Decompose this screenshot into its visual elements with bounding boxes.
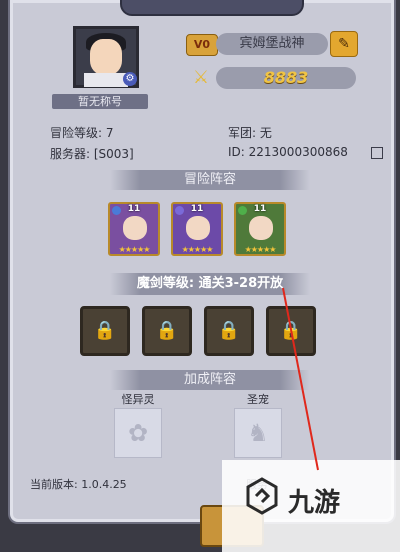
edit-name-button[interactable]: ✎	[330, 31, 358, 57]
hero-level: 11	[253, 204, 267, 214]
player-id: ID: 2213000300868	[228, 145, 348, 159]
combat-power: 8883	[216, 67, 356, 89]
hero-card[interactable]: 11 ★★★★★	[108, 202, 160, 256]
pet-icon: ♞	[247, 419, 269, 447]
profile-panel: ⚙ 暂无称号 V0 宾姆堡战神 ✎ ⚔ 8883 冒险等级: 7 军团: 无 服…	[8, 0, 396, 524]
support-slot-left[interactable]: ✿	[114, 408, 162, 458]
spirit-icon: ✿	[127, 419, 149, 447]
copy-icon[interactable]	[371, 147, 383, 159]
lock-icon: 🔒	[93, 320, 117, 341]
lock-icon: 🔒	[155, 320, 179, 341]
star-rating: ★★★★★	[181, 245, 214, 254]
legion-info: 军团: 无	[228, 126, 272, 140]
avatar-settings-icon[interactable]: ⚙	[123, 72, 137, 86]
magic-sword-level: 魔剑等级: 通关3-28开放	[110, 273, 310, 295]
watermark-text: 九游	[288, 488, 341, 518]
player-name: 宾姆堡战神	[216, 33, 328, 55]
panel-title-tab	[120, 0, 304, 16]
star-rating: ★★★★★	[118, 245, 151, 254]
hero-portrait	[249, 216, 273, 240]
version-text: 当前版本: 1.0.4.25	[30, 478, 127, 491]
hero-portrait	[186, 216, 210, 240]
hero-level: 11	[190, 204, 204, 214]
lock-icon: 🔒	[217, 320, 241, 341]
hero-card[interactable]: 11 ★★★★★	[171, 202, 223, 256]
crossed-swords-icon: ⚔	[192, 67, 210, 88]
hero-portrait	[123, 216, 147, 240]
locked-slot[interactable]: 🔒	[80, 306, 130, 356]
locked-slot[interactable]: 🔒	[142, 306, 192, 356]
support-left-label: 怪异灵	[121, 393, 155, 406]
title-plate[interactable]: 暂无称号	[52, 94, 148, 109]
adventure-lineup-header: 冒险阵容	[110, 170, 310, 190]
locked-slot[interactable]: 🔒	[204, 306, 254, 356]
support-slot-right[interactable]: ♞	[234, 408, 282, 458]
watermark-overlay: 九游	[222, 460, 400, 552]
locked-slot[interactable]: 🔒	[266, 306, 316, 356]
vip-badge: V0	[186, 34, 218, 56]
nine-game-logo-icon	[246, 477, 278, 515]
server-info: 服务器: [S003]	[50, 147, 134, 161]
avatar-coat	[84, 73, 128, 87]
hero-level: 11	[127, 204, 141, 214]
support-right-label: 圣宠	[247, 393, 269, 406]
star-rating: ★★★★★	[244, 245, 277, 254]
hero-card[interactable]: 11 ★★★★★	[234, 202, 286, 256]
bonus-lineup-header: 加成阵容	[110, 370, 310, 390]
lock-icon: 🔒	[279, 320, 303, 341]
adventure-level: 冒险等级: 7	[50, 126, 114, 140]
avatar-face	[90, 39, 122, 75]
